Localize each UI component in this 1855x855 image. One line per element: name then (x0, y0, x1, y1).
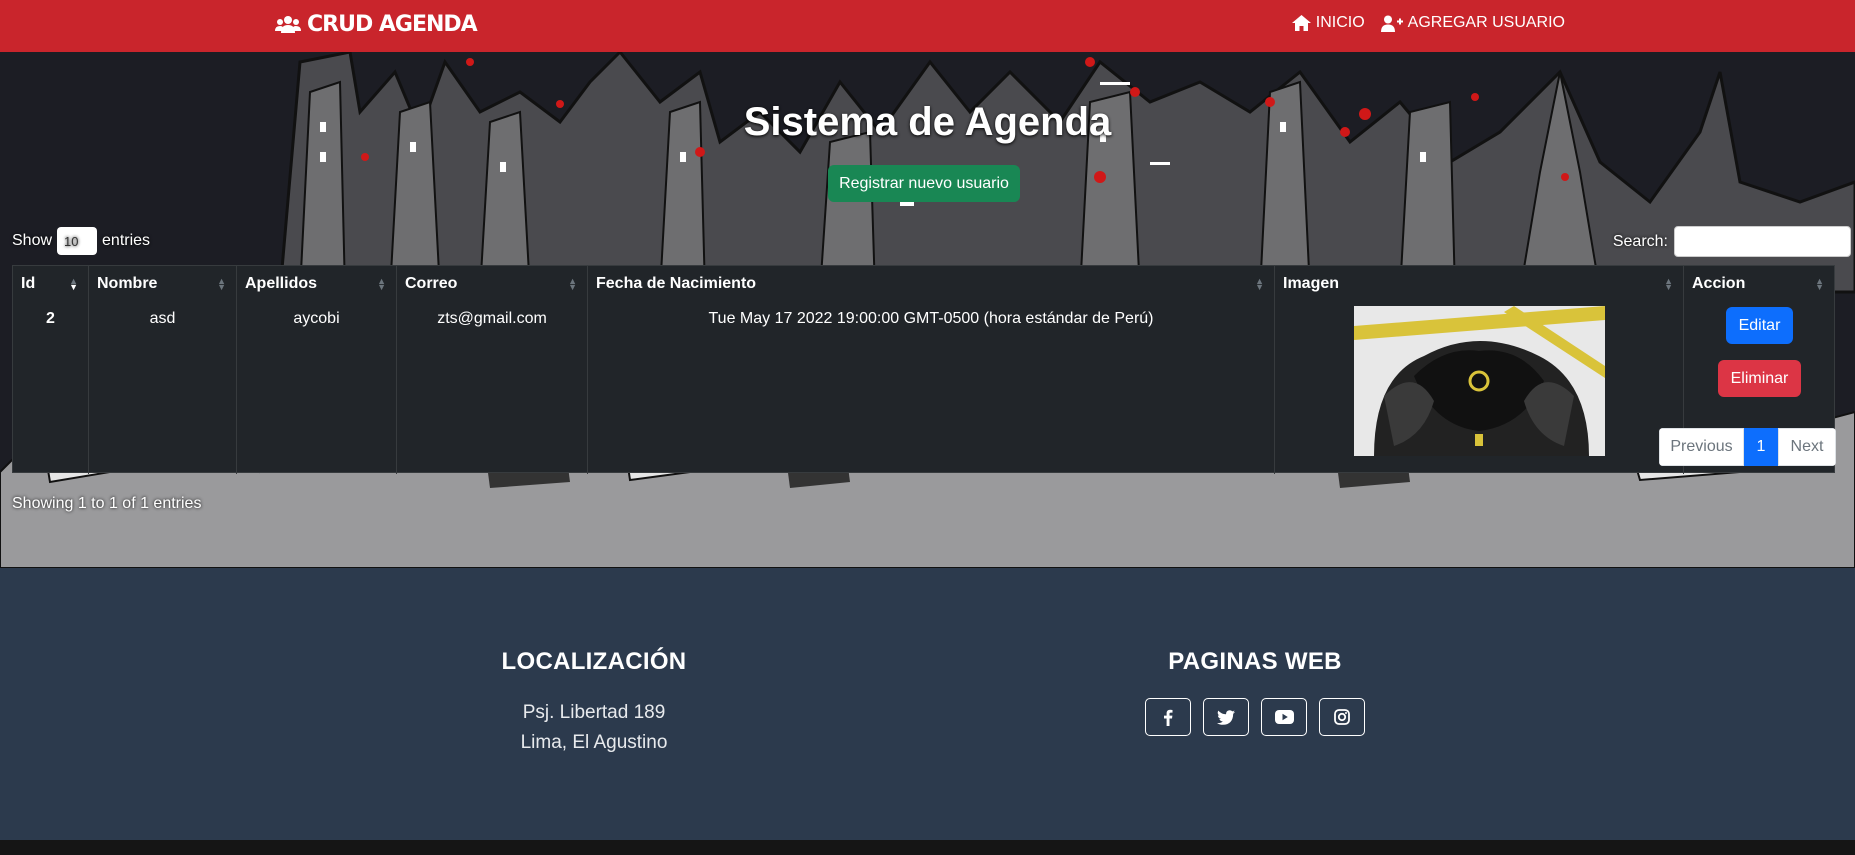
table-header: Id ▲ ▼ Nombre ▲ ▼ Apellidos ▲ ▼ Correo ▲ ▼ Fecha… (13, 266, 1834, 300)
table-row: 2 asd aycobi zts@gmail.com Tue May 17 20… (13, 300, 1834, 474)
pagination-previous[interactable]: Previous (1659, 428, 1744, 466)
navbar: CRUD AGENDA INICIO AGREGAR USUARIO (0, 0, 1855, 52)
column-label: Imagen (1283, 275, 1340, 292)
user-avatar-image (1354, 306, 1605, 456)
show-label: Show (12, 232, 53, 249)
pagination-page-1[interactable]: 1 (1744, 428, 1778, 466)
table-info: Showing 1 to 1 of 1 entries (12, 495, 202, 512)
user-plus-icon (1380, 15, 1403, 32)
cell-nombre: asd (89, 300, 237, 474)
sort-icon: ▲ ▼ (1255, 276, 1264, 292)
register-new-user-button[interactable]: Registrar nuevo usuario (828, 165, 1020, 202)
column-header-accion[interactable]: Accion ▲ ▼ (1684, 266, 1834, 300)
column-header-fecha[interactable]: Fecha de Nacimiento ▲ ▼ (588, 266, 1275, 300)
column-label: Correo (405, 275, 458, 292)
search-label: Search: (1612, 232, 1668, 250)
footer-location: LOCALIZACIÓN Psj. Libertad 189 Lima, El … (460, 648, 728, 758)
pagination-next[interactable]: Next (1778, 428, 1836, 466)
pagination: Previous 1 Next (1659, 428, 1836, 466)
nav-agregar-usuario[interactable]: AGREGAR USUARIO (1380, 14, 1565, 32)
address-line-2: Lima, El Agustino (520, 732, 668, 753)
edit-button[interactable]: Editar (1726, 307, 1793, 344)
entries-select[interactable]: 10 (57, 227, 98, 255)
column-header-apellidos[interactable]: Apellidos ▲ ▼ (237, 266, 397, 300)
youtube-button[interactable] (1261, 698, 1307, 736)
footer: LOCALIZACIÓN Psj. Libertad 189 Lima, El … (0, 568, 1855, 840)
sort-icon: ▲ ▼ (1815, 276, 1824, 292)
web-pages-title: PAGINAS WEB (1168, 648, 1342, 675)
facebook-button[interactable] (1145, 698, 1191, 736)
column-label: Fecha de Nacimiento (596, 275, 757, 292)
instagram-icon (1334, 709, 1350, 725)
entries-length-control: Show 10 entries (12, 227, 150, 255)
column-header-id[interactable]: Id ▲ ▼ (13, 266, 89, 300)
sort-icon: ▲ ▼ (568, 276, 577, 292)
home-icon (1291, 15, 1311, 31)
cell-id: 2 (13, 300, 89, 474)
twitter-button[interactable] (1203, 698, 1249, 736)
cell-imagen (1275, 300, 1684, 474)
hero-section: Sistema de Agenda Registrar nuevo usuari… (0, 52, 1855, 568)
column-label: Id (21, 275, 36, 292)
search-input[interactable] (1674, 226, 1851, 257)
column-header-nombre[interactable]: Nombre ▲ ▼ (89, 266, 237, 300)
nav-agregar-label: AGREGAR USUARIO (1407, 14, 1565, 31)
column-label: Nombre (97, 275, 158, 292)
page-title: Sistema de Agenda (743, 100, 1112, 144)
location-title: LOCALIZACIÓN (501, 648, 687, 675)
sort-icon: ▲ ▼ (377, 276, 386, 292)
address-line-1: Psj. Libertad 189 (522, 702, 666, 723)
column-header-correo[interactable]: Correo ▲ ▼ (397, 266, 588, 300)
nav-inicio-label: INICIO (1315, 14, 1365, 31)
brand-label: CRUD AGENDA (307, 12, 478, 37)
column-header-imagen[interactable]: Imagen ▲ ▼ (1275, 266, 1684, 300)
sort-icon: ▲ ▼ (1664, 276, 1673, 292)
users-icon (275, 15, 301, 33)
users-table: Id ▲ ▼ Nombre ▲ ▼ Apellidos ▲ ▼ Correo ▲ ▼ Fecha… (12, 265, 1835, 474)
bottom-background-strip (0, 840, 1855, 855)
facebook-icon (1164, 709, 1173, 726)
sort-desc-icon: ▲ ▼ (69, 276, 78, 292)
delete-button[interactable]: Eliminar (1718, 360, 1801, 397)
column-label: Accion (1692, 275, 1746, 292)
search-control: Search: (1613, 226, 1851, 257)
brand[interactable]: CRUD AGENDA (275, 12, 478, 37)
cell-apellidos: aycobi (237, 300, 397, 474)
sort-icon: ▲ ▼ (217, 276, 226, 292)
cell-correo: zts@gmail.com (397, 300, 588, 474)
entries-label: entries (102, 232, 151, 249)
youtube-icon (1274, 710, 1294, 724)
cell-fecha: Tue May 17 2022 19:00:00 GMT-0500 (hora … (588, 300, 1275, 474)
twitter-icon (1217, 709, 1235, 725)
instagram-button[interactable] (1319, 698, 1365, 736)
column-label: Apellidos (245, 275, 318, 292)
nav-inicio[interactable]: INICIO (1291, 14, 1365, 32)
footer-web-pages: PAGINAS WEB (1140, 648, 1370, 736)
